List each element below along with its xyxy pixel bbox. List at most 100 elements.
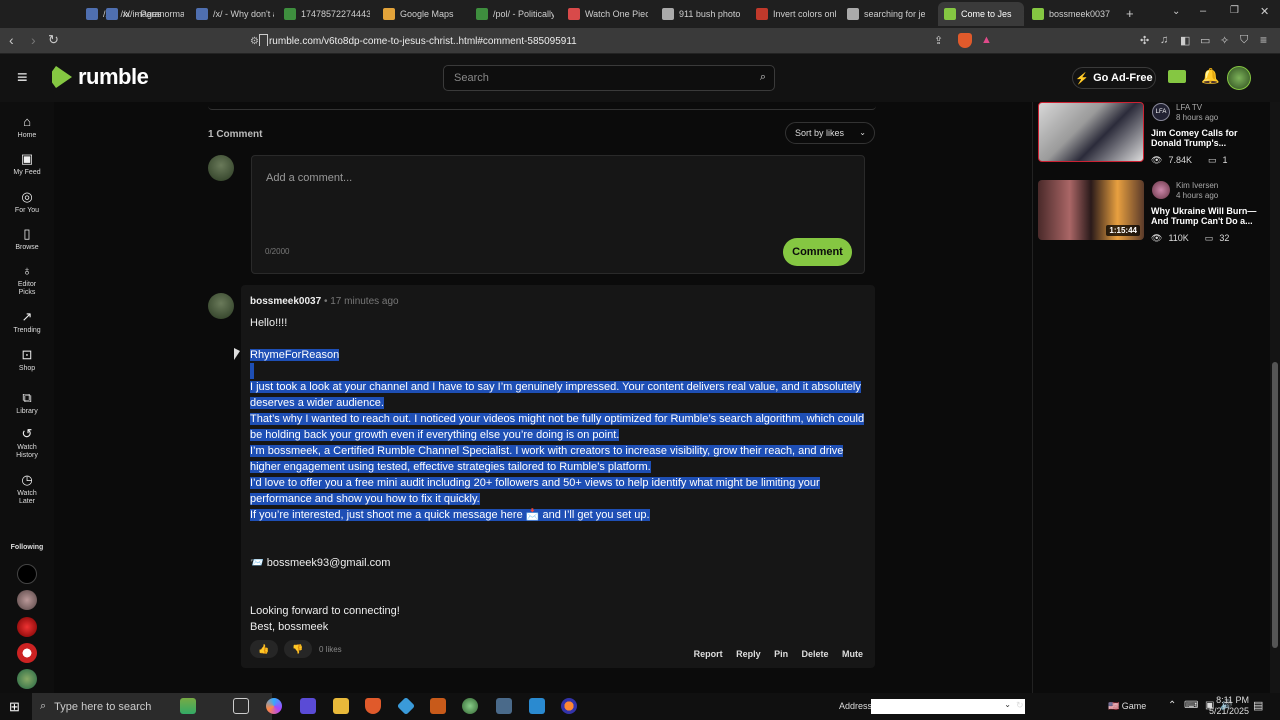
media-icon[interactable]: ♫ [1160, 34, 1168, 46]
notifications-bell-icon[interactable]: 🔔 [1201, 67, 1220, 85]
sidebar-toggle-icon[interactable]: ◧ [1180, 34, 1190, 47]
browser-tab[interactable]: /x/ - Paranormal [106, 2, 184, 26]
sort-dropdown[interactable]: Sort by likes ⌄ [785, 122, 875, 144]
task-view-icon[interactable] [233, 698, 249, 714]
comment-input-placeholder[interactable]: Add a comment... [266, 172, 352, 184]
search-icon[interactable]: ⌕ [760, 71, 766, 84]
minimize-icon[interactable]: – [1200, 5, 1206, 17]
sidebar-item-trending[interactable]: ↗ Trending [0, 309, 54, 335]
site-settings-icon[interactable]: ⚙ [250, 36, 259, 47]
brave-browser-icon[interactable] [365, 698, 381, 714]
related-title[interactable]: Why Ukraine Will Burn—And Trump Can't Do… [1151, 206, 1263, 226]
browser-tab[interactable]: Watch One Piece [568, 2, 648, 26]
browser-tab[interactable]: Google Maps [383, 2, 461, 26]
related-video-thumbnail[interactable]: 1:15:44 [1038, 180, 1144, 240]
news-widget-icon[interactable] [180, 698, 196, 714]
related-video-thumbnail[interactable] [1038, 102, 1144, 162]
add-comment-box[interactable]: Add a comment... 0/2000 Comment [251, 155, 865, 274]
app-icon[interactable] [496, 698, 512, 714]
sidebar-item-home[interactable]: ⌂ Home [0, 114, 54, 140]
reply-button[interactable]: Reply [736, 649, 761, 659]
sidebar-item-browse[interactable]: ▯ Browse [0, 226, 54, 252]
forward-icon[interactable]: › [31, 32, 36, 48]
user-avatar[interactable] [1227, 66, 1251, 90]
commenter-avatar[interactable] [208, 293, 234, 319]
followed-channel-avatar[interactable] [17, 590, 37, 610]
address-toolbar-input[interactable]: ⌄ [871, 699, 1025, 714]
app-icon[interactable] [561, 698, 577, 714]
mute-button[interactable]: Mute [842, 649, 863, 659]
rumble-logo[interactable]: rumble [52, 64, 149, 90]
browser-tab[interactable]: Come to Jes ✕ [938, 2, 1024, 26]
notifications-icon[interactable]: ▤ [1253, 699, 1263, 712]
app-icon[interactable] [300, 698, 316, 714]
sidebar-item-library[interactable]: ⧉ Library [0, 390, 54, 416]
followed-channel-avatar[interactable] [17, 669, 37, 689]
windows-start-icon[interactable]: ⊞ [9, 699, 20, 715]
app-icon[interactable] [462, 698, 478, 714]
file-explorer-icon[interactable] [333, 698, 349, 714]
extensions-icon[interactable]: ✣ [1140, 34, 1149, 47]
submit-comment-button[interactable]: Comment [783, 238, 852, 266]
clock[interactable]: 8:11 PM 5/21/2025 [1199, 695, 1249, 717]
browser-tab[interactable]: 911 bush photo [662, 2, 742, 26]
followed-channel-avatar[interactable] [17, 617, 37, 637]
close-tab-icon[interactable]: ✕ [1023, 8, 1024, 21]
channel-avatar[interactable] [1152, 181, 1170, 199]
related-channel-name[interactable]: Kim Iversen [1176, 181, 1218, 190]
keyboard-icon[interactable]: ⌨ [1184, 700, 1198, 711]
browser-tab[interactable]: searching for jes [847, 2, 925, 26]
app-icon[interactable] [529, 698, 545, 714]
back-icon[interactable]: ‹ [9, 32, 14, 48]
brave-rewards-icon[interactable]: ▲ [981, 34, 992, 46]
wallet-icon[interactable]: ▭ [1200, 34, 1210, 47]
related-channel-name[interactable]: LFA TV [1176, 103, 1202, 112]
followed-channel-avatar[interactable] [17, 643, 37, 663]
thumbs-down-icon[interactable]: 👎 [284, 640, 312, 658]
tab-list-icon[interactable]: ⌄ [1172, 6, 1180, 17]
address-bar[interactable]: ⚙ rumble.com/v6to8dp-come-to-jesus-chris… [250, 30, 1000, 52]
app-icon[interactable] [430, 698, 446, 714]
game-widget[interactable]: 🇺🇸 Game [1108, 701, 1146, 712]
sidebar-item-for-you[interactable]: ◎ For You [0, 189, 54, 215]
related-title[interactable]: Jim Comey Calls for Donald Trump's... [1151, 128, 1263, 148]
sidebar-item-watch-later[interactable]: ◷ Watch Later [0, 472, 54, 506]
new-tab-icon[interactable]: + [1126, 6, 1134, 21]
vpn-icon[interactable]: ⛉ [1240, 34, 1248, 47]
delete-button[interactable]: Delete [802, 649, 829, 659]
thumbs-up-icon[interactable]: 👍 [250, 640, 278, 658]
sidebar-item-my-feed[interactable]: ▣ My Feed [0, 151, 54, 177]
sidebar-item-watch-history[interactable]: ↺ Watch History [0, 426, 54, 460]
close-window-icon[interactable]: ✕ [1260, 5, 1269, 18]
scrollbar-thumb[interactable] [1272, 362, 1278, 648]
page-scrollbar[interactable] [1270, 102, 1280, 693]
search-input[interactable]: Search ⌕ [443, 65, 775, 91]
upload-video-icon[interactable] [1168, 70, 1186, 83]
leo-ai-icon[interactable]: ✧ [1220, 34, 1229, 47]
brave-shields-icon[interactable] [958, 33, 972, 48]
comment-username[interactable]: bossmeek0037 [250, 296, 321, 307]
reload-icon[interactable]: ↻ [48, 32, 59, 48]
report-button[interactable]: Report [694, 649, 723, 659]
browser-tab[interactable]: /pol/ - Politically [476, 2, 554, 26]
sidebar-item-shop[interactable]: ⊡ Shop [0, 347, 54, 373]
tray-chevron-icon[interactable]: ⌃ [1168, 700, 1176, 711]
sidebar-item-editor-picks[interactable]: ♁ Editor Picks [0, 263, 54, 297]
copilot-icon[interactable] [266, 698, 282, 714]
browser-tab[interactable]: 17478572274443 [284, 2, 370, 26]
comment-timestamp[interactable]: 17 minutes ago [330, 296, 398, 307]
chevron-down-icon[interactable]: ⌄ [1004, 700, 1011, 709]
hamburger-menu-icon[interactable]: ≡ [17, 68, 28, 86]
browser-tab[interactable]: Invert colors onli [756, 2, 836, 26]
pin-button[interactable]: Pin [774, 649, 788, 659]
go-arrow-icon[interactable]: ↻ [1016, 700, 1024, 711]
browser-tab[interactable]: bossmeek0037 [1032, 2, 1114, 26]
channel-avatar[interactable]: LFA [1152, 103, 1170, 121]
go-ad-free-button[interactable]: ⚡ Go Ad-Free [1072, 67, 1156, 89]
maximize-icon[interactable]: ❐ [1230, 5, 1239, 16]
app-icon[interactable] [396, 696, 416, 716]
menu-icon[interactable]: ≡ [1260, 33, 1267, 47]
url-text[interactable]: rumble.com/v6to8dp-come-to-jesus-christ.… [269, 36, 577, 47]
followed-channel-avatar[interactable] [17, 564, 37, 584]
browser-tab[interactable]: /x/ - Why don't a [196, 2, 274, 26]
